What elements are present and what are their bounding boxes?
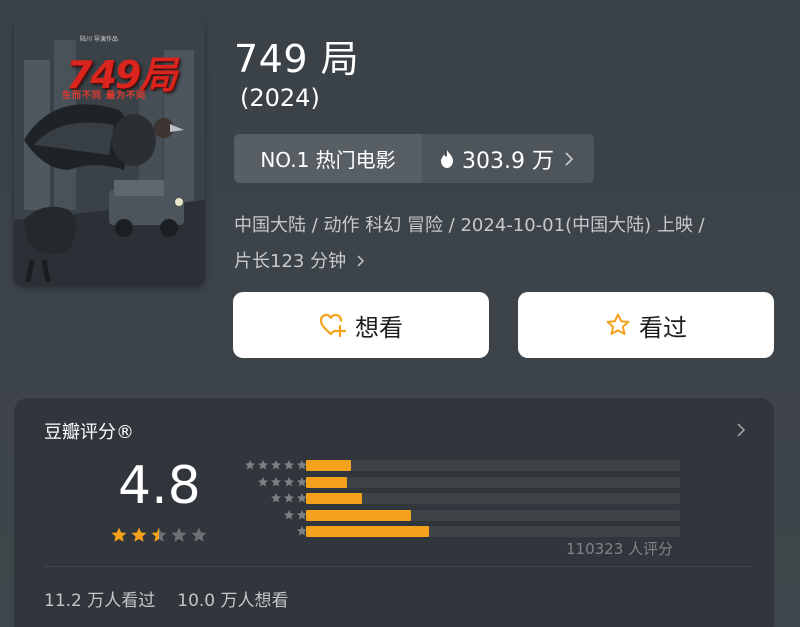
divider — [44, 566, 752, 567]
heat-value: 303.9 万 — [462, 148, 554, 174]
star-icon — [271, 493, 281, 503]
distribution-bar-track — [306, 509, 680, 521]
rating-card[interactable]: 豆瓣评分® 4.8 110323 人评分 11.2 万人看过 10.0 万人想看 — [14, 398, 774, 627]
distribution-row-2-star — [226, 508, 696, 523]
want-label: 想看 — [355, 313, 403, 342]
star-icon — [258, 460, 268, 470]
star-icon — [191, 527, 207, 542]
star-icon — [284, 509, 294, 519]
rating-distribution — [226, 458, 696, 541]
star-icon — [271, 476, 281, 486]
star-icon — [271, 460, 281, 470]
distribution-star-label — [226, 459, 308, 472]
movie-year: (2024) — [240, 84, 320, 112]
chevron-right-icon[interactable] — [736, 422, 746, 438]
star-icon — [111, 527, 127, 542]
distribution-bar-fill — [306, 526, 430, 537]
distribution-star-label — [226, 509, 308, 522]
poster-tagline: 生而不同 最为不同 — [62, 91, 147, 101]
rank-chip[interactable]: NO.1 热门电影 303.9 万 — [234, 134, 594, 183]
audience-stats: 11.2 万人看过 10.0 万人想看 — [44, 586, 289, 611]
distribution-bar-fill — [306, 460, 351, 471]
heart-plus-icon — [319, 313, 347, 338]
movie-title: 749 局 — [234, 37, 360, 81]
distribution-star-label — [226, 525, 308, 538]
distribution-row-5-star — [226, 458, 696, 473]
star-icon — [284, 476, 294, 486]
distribution-row-3-star — [226, 491, 696, 506]
seen-label: 看过 — [639, 313, 687, 342]
distribution-bar-fill — [306, 509, 411, 521]
duration-text: 片长123 分钟 — [234, 251, 347, 272]
rating-count: 110323 人评分 — [566, 540, 674, 558]
want-to-watch-button[interactable]: 想看 — [233, 292, 489, 358]
flame-icon — [441, 149, 453, 168]
meta-line-genre: 中国大陆 / 动作 科幻 冒险 / 2024-10-01(中国大陆) 上映 / — [234, 215, 705, 236]
star-icon — [284, 460, 294, 470]
distribution-row-4-star — [226, 475, 696, 490]
distribution-bar-track — [306, 493, 680, 504]
watched-button[interactable]: 看过 — [518, 292, 774, 358]
rank-label: NO.1 热门电影 — [234, 134, 422, 183]
meta-line-duration: 片长123 分钟 — [234, 244, 779, 280]
star-icon — [151, 527, 167, 542]
movie-poster[interactable]: 陆川 导演作品 749局 生而不同 最为不同 — [14, 20, 205, 286]
star-icon — [245, 460, 255, 470]
star-icon — [258, 476, 268, 486]
poster-caption: 陆川 导演作品 — [80, 36, 118, 43]
star-icon — [284, 493, 294, 503]
distribution-bar-fill — [306, 476, 348, 488]
movie-meta[interactable]: 中国大陆 / 动作 科幻 冒险 / 2024-10-01(中国大陆) 上映 / … — [234, 208, 779, 280]
distribution-bar-track — [306, 460, 680, 471]
score-stars — [110, 526, 208, 544]
distribution-bar-track — [306, 476, 680, 488]
star-icon — [171, 527, 187, 542]
distribution-star-label — [226, 492, 308, 505]
star-icon — [131, 527, 147, 542]
distribution-bar-fill — [306, 493, 363, 504]
chevron-right-icon — [357, 255, 364, 267]
distribution-row-1-star — [226, 524, 696, 539]
distribution-star-label — [226, 476, 308, 489]
want-count: 10.0 万人想看 — [177, 591, 289, 611]
chevron-right-icon — [565, 151, 574, 166]
distribution-bar-track — [306, 526, 680, 537]
star-outline-icon — [606, 313, 630, 335]
heat-indicator[interactable]: 303.9 万 — [422, 134, 594, 183]
seen-count: 11.2 万人看过 — [44, 591, 156, 611]
rating-score: 4.8 — [118, 456, 201, 516]
rating-source-label: 豆瓣评分® — [44, 422, 134, 443]
